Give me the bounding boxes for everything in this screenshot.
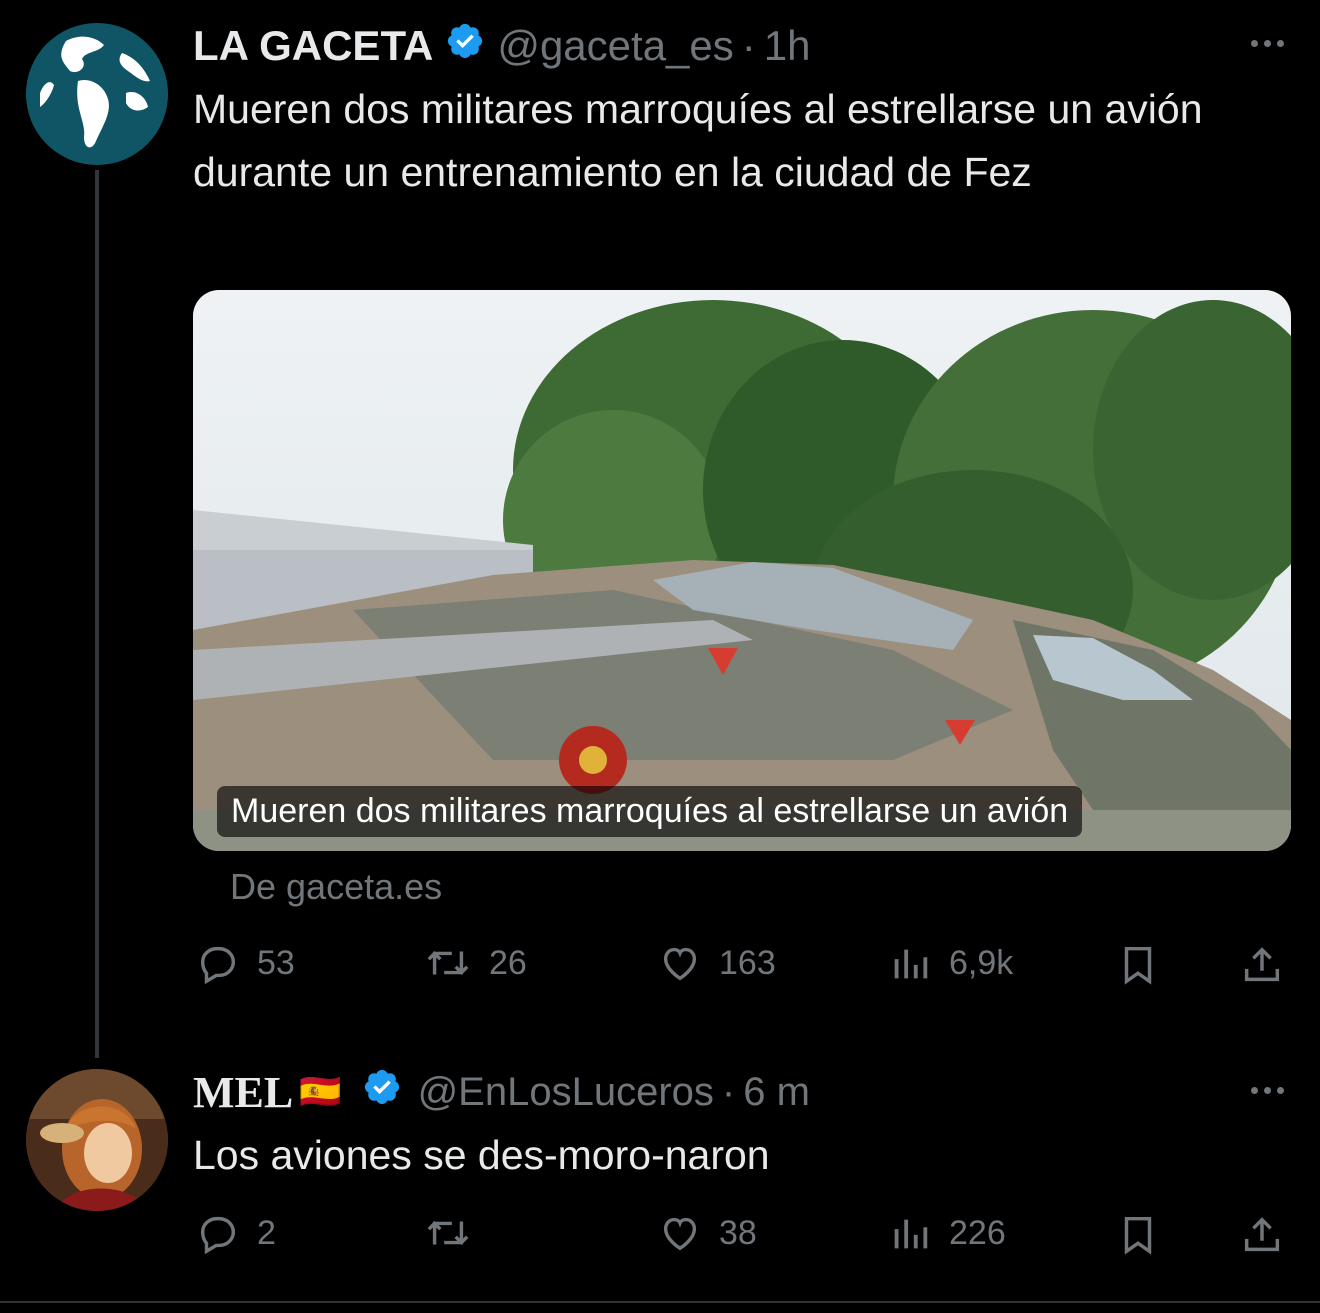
tweet2-text: Los aviones se des-moro-naron bbox=[193, 1132, 770, 1178]
share-button[interactable] bbox=[1239, 940, 1285, 990]
bookmark-icon bbox=[1124, 1216, 1152, 1255]
cartoon-avatar bbox=[26, 1069, 168, 1211]
card-source[interactable]: De gaceta.es bbox=[230, 866, 442, 908]
jet-image bbox=[193, 290, 1291, 851]
more-icon[interactable] bbox=[1251, 40, 1284, 47]
views-button[interactable]: 6,9k bbox=[887, 940, 1013, 986]
retweet-icon bbox=[427, 1220, 469, 1246]
views-count: 6,9k bbox=[949, 943, 1014, 982]
share-button[interactable] bbox=[1239, 1210, 1285, 1260]
views-icon bbox=[894, 1219, 928, 1249]
like-icon bbox=[663, 947, 697, 981]
verified-icon bbox=[362, 1067, 402, 1117]
like-button[interactable]: 163 bbox=[657, 940, 776, 986]
more-icon[interactable] bbox=[1251, 1087, 1284, 1094]
like-count: 38 bbox=[719, 1213, 757, 1252]
tweet-time[interactable]: 1h bbox=[764, 22, 811, 70]
like-count: 163 bbox=[719, 943, 776, 982]
author-name[interactable]: LA GACETA bbox=[193, 22, 433, 70]
retweet-button[interactable] bbox=[423, 1210, 489, 1256]
tweet2-header: MEL 🇪🇸 @EnLosLuceros · 6 m bbox=[193, 1066, 810, 1118]
reply-icon bbox=[200, 1216, 236, 1255]
views-button[interactable]: 226 bbox=[887, 1210, 1006, 1256]
link-card[interactable]: Mueren dos militares marroquíes al estre… bbox=[193, 290, 1291, 851]
bookmark-icon bbox=[1124, 946, 1152, 985]
avatar-mel[interactable] bbox=[26, 1069, 168, 1211]
like-button[interactable]: 38 bbox=[657, 1210, 757, 1256]
retweet-count: 26 bbox=[489, 943, 527, 982]
views-icon bbox=[894, 949, 928, 979]
tweet2-actions: 2 38 226 bbox=[195, 1210, 1295, 1266]
globe-icon bbox=[26, 23, 168, 165]
bookmark-button[interactable] bbox=[1115, 940, 1161, 990]
dot-separator: · bbox=[741, 22, 756, 69]
reply-icon bbox=[200, 946, 236, 985]
tweet1-text: Mueren dos militares marroquíes al estre… bbox=[193, 86, 1203, 195]
divider bbox=[0, 1301, 1320, 1303]
dot-separator: · bbox=[721, 1069, 736, 1114]
share-icon bbox=[1244, 947, 1280, 982]
avatar-la-gaceta[interactable] bbox=[26, 23, 168, 165]
retweet-icon bbox=[427, 950, 469, 976]
reply-button[interactable]: 2 bbox=[195, 1210, 276, 1256]
author-handle[interactable]: @EnLosLuceros bbox=[418, 1070, 714, 1115]
author-handle[interactable]: @gaceta_es bbox=[497, 22, 733, 70]
spain-flag: 🇪🇸 bbox=[299, 1073, 342, 1111]
tweet-time[interactable]: 6 m bbox=[743, 1070, 810, 1115]
retweet-button[interactable]: 26 bbox=[423, 940, 527, 986]
share-icon bbox=[1244, 1217, 1280, 1252]
tweet1-header: LA GACETA @gaceta_es · 1h bbox=[193, 22, 811, 70]
reply-button[interactable]: 53 bbox=[195, 940, 295, 986]
verified-icon bbox=[445, 21, 485, 71]
bookmark-button[interactable] bbox=[1115, 1210, 1161, 1260]
like-icon bbox=[663, 1217, 697, 1251]
reply-count: 2 bbox=[257, 1213, 276, 1252]
tweet1-actions: 53 26 163 6,9k bbox=[195, 940, 1295, 996]
views-count: 226 bbox=[949, 1213, 1006, 1252]
card-caption: Mueren dos militares marroquíes al estre… bbox=[217, 786, 1083, 837]
author-name[interactable]: MEL bbox=[193, 1067, 293, 1118]
thread-line bbox=[95, 170, 99, 1058]
reply-count: 53 bbox=[257, 943, 295, 982]
